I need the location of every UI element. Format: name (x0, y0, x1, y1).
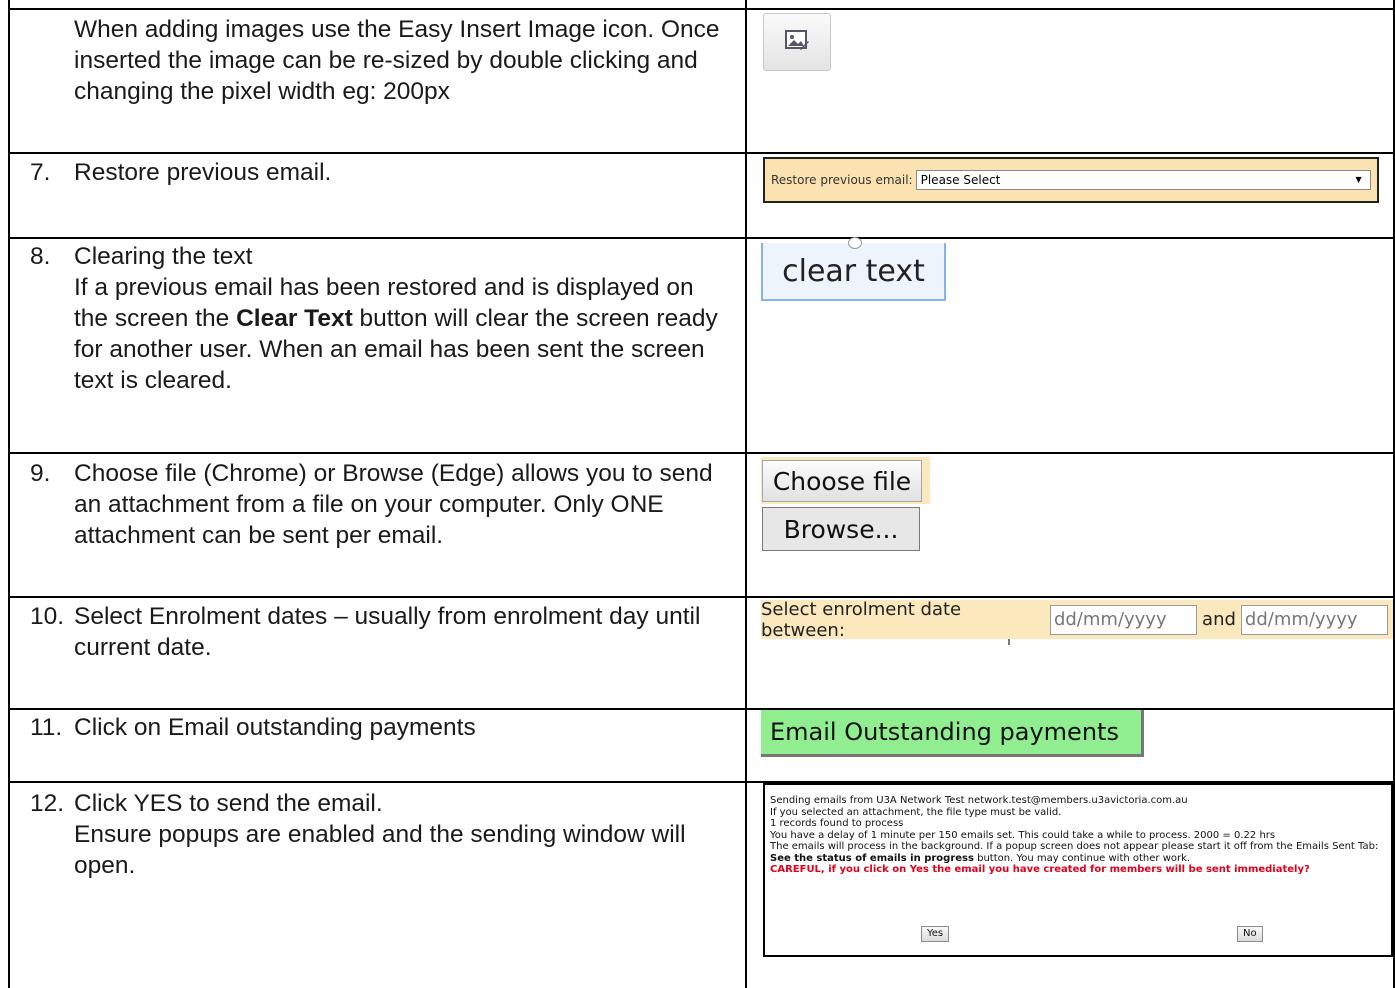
insert-image-icon (784, 29, 810, 56)
table-column-divider (745, 0, 747, 988)
enrolment-to-date-input[interactable]: dd/mm/yyyy (1240, 604, 1389, 635)
step-number: 10. (30, 603, 65, 630)
row-7-text: 7. Restore previous email. (30, 157, 720, 188)
row-11-text: 11. Click on Email outstanding payments (30, 712, 720, 743)
email-outstanding-payments-button[interactable]: Email Outstanding payments (761, 710, 1144, 757)
step-text: Ensure popups are enabled and the sendin… (74, 821, 686, 879)
row-divider (8, 237, 1395, 239)
dialog-no-button[interactable]: No (1237, 926, 1263, 942)
restore-label: Restore previous email: (771, 173, 913, 187)
step-number: 9. (30, 460, 51, 487)
dialog-background-post: button. You may continue with other work… (973, 852, 1191, 864)
row-divider (8, 708, 1395, 710)
step-heading: Click YES to send the email. (74, 790, 383, 817)
step-text: Select Enrolment dates – usually from en… (74, 603, 701, 661)
step-text: Choose file (Chrome) or Browse (Edge) al… (74, 460, 713, 549)
row-10-text: 10. Select Enrolment dates – usually from… (30, 601, 720, 663)
choose-file-button[interactable]: Choose file (762, 460, 922, 502)
dialog-sender-line: Sending emails from U3A Network Test net… (770, 795, 1188, 806)
restore-select-value: Please Select (920, 173, 1001, 187)
resize-handle (848, 237, 862, 249)
insert-image-instructions: When adding images use the Easy Insert I… (74, 16, 720, 105)
row-divider (8, 152, 1395, 154)
step-text: Click on Email outstanding payments (74, 714, 476, 741)
clear-text-button[interactable]: clear text (761, 243, 946, 301)
restore-email-select[interactable]: Please Select ▼ (915, 170, 1371, 190)
enrolment-and-label: and (1202, 609, 1236, 630)
dropdown-arrow-icon: ▼ (1355, 175, 1362, 184)
dialog-warning: CAREFUL, if you click on Yes the email y… (770, 864, 1310, 875)
enrolment-date-label: Select enrolment date between: (761, 598, 962, 641)
row-divider (8, 8, 1395, 10)
dialog-background-pre: The emails will process in the backgroun… (770, 841, 1379, 852)
step-number: 8. (30, 243, 51, 270)
table-left-border (8, 0, 10, 988)
dialog-attachment-line: If you selected an attachment, the file … (770, 806, 1062, 818)
send-confirmation-dialog: Sending emails from U3A Network Test net… (763, 783, 1393, 957)
row-divider (8, 452, 1395, 454)
dialog-records-line: 1 records found to process (770, 818, 904, 829)
enrolment-from-date-input[interactable]: dd/mm/yyyy (1049, 604, 1198, 635)
restore-previous-email-bar: Restore previous email: Please Select ▼ (763, 157, 1379, 203)
step-number: 11. (30, 714, 63, 741)
dialog-background-line: The emails will process in the backgroun… (770, 841, 1386, 864)
dialog-delay-line: You have a delay of 1 minute per 150 ema… (770, 829, 1276, 841)
insert-image-button[interactable] (763, 13, 831, 71)
step-number: 12. (30, 790, 65, 817)
browse-button[interactable]: Browse... (762, 507, 920, 551)
dialog-status-link-text: See the status of emails in progress (770, 852, 974, 864)
enrolment-date-bar: Select enrolment date between: dd/mm/yyy… (761, 598, 1393, 641)
row-6-text: When adding images use the Easy Insert I… (74, 14, 724, 107)
row-9-text: 9. Choose file (Chrome) or Browse (Edge) … (30, 458, 720, 551)
row-12-text: 12. Click YES to send the email. Ensure … (30, 788, 720, 881)
row-8-text: 8. Clearing the text If a previous email… (30, 241, 720, 396)
clear-text-emphasis: Clear Text (236, 305, 353, 332)
dialog-yes-button[interactable]: Yes (921, 926, 950, 942)
divider-tick (1008, 639, 1010, 645)
step-heading: Clearing the text (74, 243, 253, 270)
row-divider (8, 596, 1395, 598)
step-number: 7. (30, 159, 51, 186)
step-text: Restore previous email. (74, 159, 332, 186)
